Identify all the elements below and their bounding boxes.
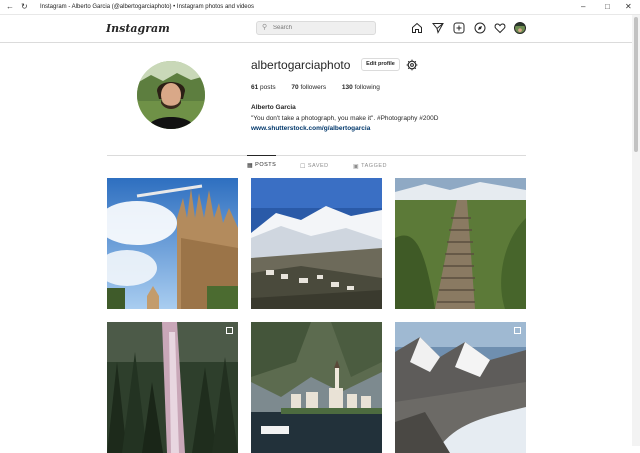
bookmark-icon: ☐ <box>300 163 306 170</box>
followers-label: followers <box>300 84 327 91</box>
tab-tagged[interactable]: ▣ TAGGED <box>353 159 387 173</box>
window-titlebar: ← ↻ Instagram - Alberto Garcia (@alberto… <box>0 0 640 15</box>
minimize-icon[interactable]: – <box>581 2 585 12</box>
following-stat[interactable]: 130 following <box>342 84 380 91</box>
maximize-icon[interactable]: □ <box>605 2 610 12</box>
explore-icon[interactable] <box>474 22 486 34</box>
profile-picture[interactable] <box>137 61 205 129</box>
posts-count: 61 <box>251 84 259 91</box>
search-box[interactable]: ⚲ <box>256 21 376 35</box>
tabs-divider <box>107 155 526 156</box>
grid-icon: ▦ <box>247 162 254 169</box>
tag-icon: ▣ <box>353 163 360 170</box>
tab-posts[interactable]: ▦ POSTS <box>247 155 277 174</box>
post-thumbnail-4[interactable] <box>107 322 238 453</box>
profile-avatar-small[interactable] <box>514 22 526 34</box>
scrollbar[interactable] <box>632 15 640 446</box>
close-icon[interactable]: ✕ <box>625 2 632 12</box>
back-arrow-icon[interactable]: ← <box>6 2 14 12</box>
post-thumbnail-2[interactable] <box>251 178 382 309</box>
multiple-photos-icon <box>226 327 233 334</box>
edit-profile-button[interactable]: Edit profile <box>361 58 400 71</box>
multiple-photos-icon <box>514 327 521 334</box>
direct-message-icon[interactable] <box>432 22 444 34</box>
home-icon[interactable] <box>411 22 423 34</box>
profile-website-link[interactable]: www.shutterstock.com/g/albertogarcia <box>251 125 370 132</box>
instagram-logo[interactable]: Instagram <box>106 22 170 35</box>
new-post-icon[interactable] <box>453 22 465 34</box>
tab-posts-label: POSTS <box>255 162 277 168</box>
scrollbar-thumb[interactable] <box>634 17 638 152</box>
profile-stats: 61 posts 70 followers 130 following <box>251 84 394 91</box>
profile-bio: "You don't take a photograph, you make i… <box>251 115 439 122</box>
profile-full-name: Alberto Garcia <box>251 104 296 111</box>
following-count: 130 <box>341 84 353 91</box>
tab-saved[interactable]: ☐ SAVED <box>300 159 329 173</box>
tab-saved-label: SAVED <box>307 163 329 169</box>
search-icon: ⚲ <box>262 24 268 31</box>
followers-count: 70 <box>291 84 299 91</box>
settings-gear-icon[interactable] <box>406 58 418 71</box>
post-thumbnail-6[interactable] <box>395 322 526 453</box>
instagram-header: Instagram ⚲ <box>0 15 632 43</box>
post-thumbnail-1[interactable] <box>107 178 238 309</box>
posts-stat: 61 posts <box>251 84 276 91</box>
followers-stat[interactable]: 70 followers <box>291 84 326 91</box>
post-thumbnail-3[interactable] <box>395 178 526 309</box>
tab-tagged-label: TAGGED <box>361 163 387 169</box>
posts-label: posts <box>260 84 276 91</box>
window-title: Instagram - Alberto Garcia (@albertogarc… <box>40 4 254 10</box>
post-thumbnail-5[interactable] <box>251 322 382 453</box>
reload-icon[interactable]: ↻ <box>21 2 28 12</box>
profile-username: albertogarciaphoto <box>251 58 351 72</box>
search-input[interactable] <box>273 23 369 33</box>
activity-heart-icon[interactable] <box>494 22 506 34</box>
following-label: following <box>354 84 380 91</box>
